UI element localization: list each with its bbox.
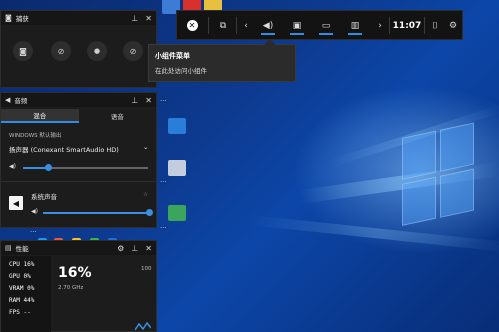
desktop-app-icon[interactable]	[168, 205, 186, 221]
cpu-frequency: 2.70 GHz	[58, 285, 84, 291]
master-volume-knob[interactable]	[44, 164, 52, 171]
no-record-icon: ⊘	[57, 46, 65, 56]
performance-icon: ▥	[350, 20, 360, 31]
audio-widget: ◀ 音频 ⊥ ✕ 混合 语音 WINDOWS 默认输出 扬声器 (Conexan…	[0, 92, 157, 228]
scroll-left-button[interactable]: ‹	[239, 11, 253, 40]
screenshot-button[interactable]: ◙	[13, 41, 33, 61]
audio-widget-button[interactable]: ◀)	[257, 11, 279, 40]
cpu-graph	[135, 321, 151, 331]
divider	[389, 17, 390, 34]
tab-mix[interactable]: 混合	[1, 109, 79, 123]
start-recording-button[interactable]: ●	[87, 41, 107, 61]
pin-icon[interactable]: ⊥	[131, 14, 138, 23]
metric-row-fps[interactable]: FPS --	[9, 309, 31, 316]
divider	[424, 17, 425, 34]
metric-row-gpu[interactable]: GPU 0%	[9, 273, 31, 280]
audio-title: 音频	[14, 97, 28, 105]
cpu-big-value: 16%	[58, 265, 92, 281]
desktop-file-icon[interactable]	[168, 160, 186, 176]
star-icon[interactable]: ☆	[143, 191, 148, 198]
widget-menu-icon: ⧉	[219, 20, 227, 31]
record-dot-icon: ●	[93, 47, 101, 55]
audio-tabs: 混合 语音	[1, 109, 156, 123]
game-bar-top: ✕ ⧉ ‹ ◀) ▣ ▭ ▥ › 11:07 ⌷ ⚙	[176, 10, 463, 40]
clock: 11:07	[392, 20, 422, 31]
chevron-right-icon: ›	[378, 20, 382, 31]
close-icon[interactable]: ✕	[145, 96, 152, 105]
capture-widget-icon: ◙	[5, 14, 12, 22]
master-volume-slider[interactable]	[23, 164, 148, 171]
controller-icon: ⌷	[432, 20, 438, 31]
speaker-icon: ◀)	[262, 20, 274, 31]
app-name: 系统声音	[31, 193, 57, 201]
tooltip-title: 小组件菜单	[155, 52, 190, 60]
performance-icon: ▤	[5, 244, 12, 252]
divider	[1, 181, 156, 182]
tooltip-description: 在此处访问小组件	[155, 67, 207, 75]
desktop-icon-label: …	[160, 176, 167, 184]
chevron-left-icon: ‹	[244, 20, 248, 31]
capture-widget-button[interactable]: ▣	[286, 11, 308, 40]
mic-off-icon: ⊘	[129, 46, 137, 56]
performance-widget-button[interactable]: ▥	[344, 11, 366, 40]
default-output-label: WINDOWS 默认输出	[9, 133, 62, 139]
metric-row-cpu[interactable]: CPU 16%	[9, 261, 34, 268]
metric-row-vram[interactable]: VRAM 0%	[9, 285, 34, 292]
tab-voice[interactable]: 语音	[79, 109, 157, 123]
close-icon[interactable]: ✕	[145, 14, 152, 23]
xbox-button[interactable]: ✕	[181, 11, 203, 40]
app-volume-knob[interactable]	[145, 209, 153, 216]
system-sounds-icon: ◀	[9, 196, 23, 210]
speaker-icon: ◀	[5, 96, 11, 104]
audio-header: ◀ 音频 ⊥ ✕	[1, 93, 156, 107]
volume-icon: ◀)	[31, 208, 38, 215]
divider	[236, 17, 237, 34]
metric-row-ram[interactable]: RAM 44%	[9, 297, 34, 304]
app-volume-slider[interactable]	[43, 209, 153, 216]
widget-menu-button[interactable]: ⧉	[213, 11, 233, 40]
monitor-icon: ▭	[321, 20, 331, 31]
pin-icon[interactable]: ⊥	[131, 244, 138, 253]
record-last-button[interactable]: ⊘	[51, 41, 71, 61]
capture-widget: ◙ 捕获 ⊥ ✕ ◙ ⊘ ● ⊘	[0, 10, 157, 88]
settings-button[interactable]: ⚙	[445, 11, 461, 40]
app-volume-fill	[43, 212, 149, 214]
mic-toggle-button[interactable]: ⊘	[123, 41, 143, 61]
close-icon[interactable]: ✕	[145, 244, 152, 253]
xbox-icon: ✕	[186, 20, 198, 31]
desktop-app-icon[interactable]	[168, 118, 186, 134]
widget-menu-tooltip: 小组件菜单 在此处访问小组件	[148, 39, 296, 82]
volume-icon: ◀)	[9, 163, 16, 170]
desktop-icon-label: …	[160, 222, 167, 230]
controller-button[interactable]: ⌷	[427, 11, 443, 40]
performance-widget: ▤ 性能 ⚙ ⊥ ✕ CPU 16% GPU 0% VRAM 0% RAM 44…	[0, 240, 157, 332]
settings-sliders-icon[interactable]: ⚙	[117, 244, 124, 253]
windows-logo-wallpaper	[402, 122, 476, 228]
graph-scale-max: 100	[141, 266, 152, 272]
performance-header: ▤ 性能 ⚙ ⊥ ✕	[1, 241, 156, 255]
performance-title: 性能	[15, 245, 29, 253]
monitor-widget-button[interactable]: ▭	[315, 11, 337, 40]
light-beam	[249, 215, 499, 253]
gear-icon: ⚙	[448, 20, 458, 31]
chevron-down-icon[interactable]: ⌄	[143, 143, 148, 151]
desktop-icon-label: …	[160, 95, 167, 103]
capture-header: ◙ 捕获 ⊥ ✕	[1, 11, 156, 25]
capture-icon: ▣	[292, 20, 302, 31]
capture-title: 捕获	[15, 15, 29, 23]
divider	[208, 17, 209, 34]
camera-icon: ◙	[19, 46, 27, 56]
scroll-right-button[interactable]: ›	[373, 11, 387, 40]
pin-icon[interactable]: ⊥	[131, 96, 138, 105]
output-device-select[interactable]: 扬声器 (Conexant SmartAudio HD)	[9, 144, 119, 154]
